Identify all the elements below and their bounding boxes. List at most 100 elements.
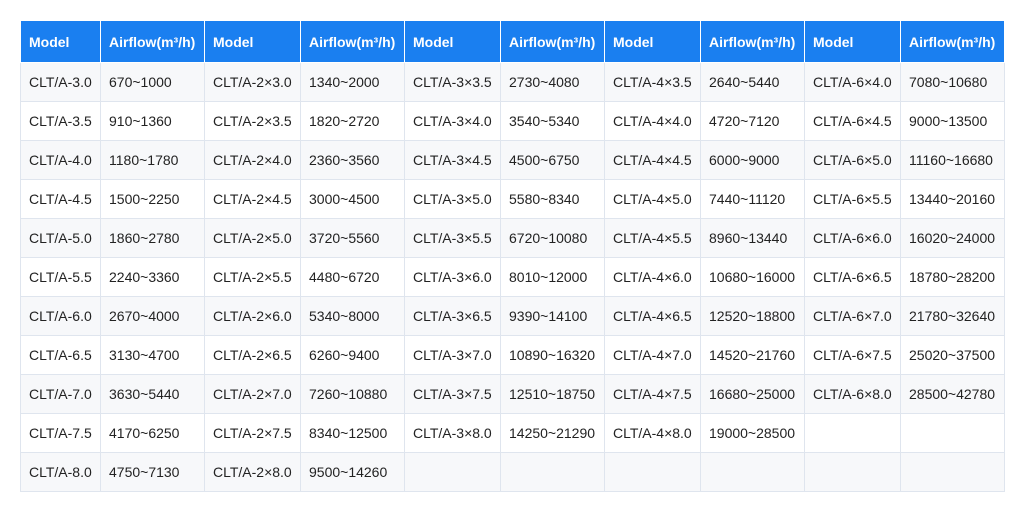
model-cell: CLT/A-3×5.5 <box>404 218 501 258</box>
header-airflow: Airflow(m³/h) <box>100 20 205 63</box>
model-cell: CLT/A-4×5.0 <box>604 179 701 219</box>
airflow-cell: 18780~28200 <box>900 257 1005 297</box>
model-cell: CLT/A-2×3.0 <box>204 62 301 102</box>
model-airflow-table: Model Airflow(m³/h) Model Airflow(m³/h) Mode… <box>20 20 1005 492</box>
airflow-cell: 4500~6750 <box>500 140 605 180</box>
model-cell: CLT/A-3×7.0 <box>404 335 501 375</box>
model-cell <box>404 452 501 492</box>
airflow-cell: 4750~7130 <box>100 452 205 492</box>
airflow-cell: 25020~37500 <box>900 335 1005 375</box>
model-cell: CLT/A-4×3.5 <box>604 62 701 102</box>
header-model: Model <box>804 20 901 63</box>
airflow-cell: 2670~4000 <box>100 296 205 336</box>
airflow-cell: 2240~3360 <box>100 257 205 297</box>
header-model: Model <box>204 20 301 63</box>
airflow-cell: 7260~10880 <box>300 374 405 414</box>
table-row: CLT/A-6.0 2670~4000 CLT/A-2×6.0 5340~8000 CL… <box>20 296 1005 336</box>
model-cell: CLT/A-4×4.0 <box>604 101 701 141</box>
table-row: CLT/A-8.0 4750~7130 CLT/A-2×8.0 9500~14260 <box>20 452 1005 492</box>
airflow-cell: 3540~5340 <box>500 101 605 141</box>
model-cell: CLT/A-6×7.0 <box>804 296 901 336</box>
model-cell: CLT/A-2×3.5 <box>204 101 301 141</box>
model-cell: CLT/A-4×8.0 <box>604 413 701 453</box>
model-cell: CLT/A-5.0 <box>20 218 101 258</box>
airflow-cell: 2640~5440 <box>700 62 805 102</box>
header-model: Model <box>604 20 701 63</box>
airflow-cell: 6000~9000 <box>700 140 805 180</box>
airflow-cell: 10890~16320 <box>500 335 605 375</box>
airflow-cell: 28500~42780 <box>900 374 1005 414</box>
airflow-cell: 5580~8340 <box>500 179 605 219</box>
model-cell: CLT/A-7.5 <box>20 413 101 453</box>
model-cell: CLT/A-3.0 <box>20 62 101 102</box>
model-cell: CLT/A-4×7.5 <box>604 374 701 414</box>
header-airflow: Airflow(m³/h) <box>700 20 805 63</box>
model-cell: CLT/A-4×6.0 <box>604 257 701 297</box>
model-cell: CLT/A-2×5.5 <box>204 257 301 297</box>
model-cell: CLT/A-3×3.5 <box>404 62 501 102</box>
airflow-cell: 14520~21760 <box>700 335 805 375</box>
airflow-cell: 5340~8000 <box>300 296 405 336</box>
table-header: Model Airflow(m³/h) Model Airflow(m³/h) Mode… <box>20 20 1005 63</box>
model-cell: CLT/A-6×5.5 <box>804 179 901 219</box>
model-cell: CLT/A-2×8.0 <box>204 452 301 492</box>
table-row: CLT/A-4.5 1500~2250 CLT/A-2×4.5 3000~4500 CL… <box>20 179 1005 219</box>
airflow-cell: 9000~13500 <box>900 101 1005 141</box>
airflow-cell: 19000~28500 <box>700 413 805 453</box>
airflow-cell: 4480~6720 <box>300 257 405 297</box>
airflow-cell: 1340~2000 <box>300 62 405 102</box>
airflow-cell: 9390~14100 <box>500 296 605 336</box>
model-cell: CLT/A-4×7.0 <box>604 335 701 375</box>
model-cell: CLT/A-6×7.5 <box>804 335 901 375</box>
airflow-cell: 1820~2720 <box>300 101 405 141</box>
model-cell: CLT/A-3×8.0 <box>404 413 501 453</box>
airflow-cell: 1180~1780 <box>100 140 205 180</box>
model-cell: CLT/A-2×6.5 <box>204 335 301 375</box>
model-cell: CLT/A-2×6.0 <box>204 296 301 336</box>
model-cell: CLT/A-7.0 <box>20 374 101 414</box>
model-cell: CLT/A-2×4.5 <box>204 179 301 219</box>
airflow-cell: 3000~4500 <box>300 179 405 219</box>
model-cell: CLT/A-2×5.0 <box>204 218 301 258</box>
airflow-cell: 21780~32640 <box>900 296 1005 336</box>
model-cell: CLT/A-8.0 <box>20 452 101 492</box>
model-cell <box>804 413 901 453</box>
airflow-cell: 670~1000 <box>100 62 205 102</box>
airflow-cell: 6720~10080 <box>500 218 605 258</box>
model-cell: CLT/A-5.5 <box>20 257 101 297</box>
model-cell: CLT/A-4.5 <box>20 179 101 219</box>
airflow-cell: 12510~18750 <box>500 374 605 414</box>
airflow-cell: 9500~14260 <box>300 452 405 492</box>
airflow-cell: 14250~21290 <box>500 413 605 453</box>
airflow-cell: 3720~5560 <box>300 218 405 258</box>
model-cell: CLT/A-6×6.0 <box>804 218 901 258</box>
header-airflow: Airflow(m³/h) <box>300 20 405 63</box>
airflow-cell <box>900 413 1005 453</box>
airflow-cell: 3130~4700 <box>100 335 205 375</box>
table-row: CLT/A-7.0 3630~5440 CLT/A-2×7.0 7260~10880 C… <box>20 374 1005 414</box>
header-model: Model <box>404 20 501 63</box>
model-cell: CLT/A-4×6.5 <box>604 296 701 336</box>
airflow-cell: 16020~24000 <box>900 218 1005 258</box>
model-cell: CLT/A-6×6.5 <box>804 257 901 297</box>
model-cell: CLT/A-2×7.0 <box>204 374 301 414</box>
airflow-cell: 2730~4080 <box>500 62 605 102</box>
airflow-cell: 7080~10680 <box>900 62 1005 102</box>
airflow-cell <box>900 452 1005 492</box>
airflow-cell: 2360~3560 <box>300 140 405 180</box>
model-cell: CLT/A-2×7.5 <box>204 413 301 453</box>
airflow-cell: 12520~18800 <box>700 296 805 336</box>
airflow-cell: 11160~16680 <box>900 140 1005 180</box>
airflow-cell: 7440~11120 <box>700 179 805 219</box>
airflow-cell: 6260~9400 <box>300 335 405 375</box>
model-cell: CLT/A-6×8.0 <box>804 374 901 414</box>
airflow-cell: 13440~20160 <box>900 179 1005 219</box>
airflow-cell: 4170~6250 <box>100 413 205 453</box>
airflow-cell: 1500~2250 <box>100 179 205 219</box>
model-cell: CLT/A-6×4.5 <box>804 101 901 141</box>
model-cell: CLT/A-3×4.5 <box>404 140 501 180</box>
model-cell: CLT/A-3×4.0 <box>404 101 501 141</box>
table-row: CLT/A-3.5 910~1360 CLT/A-2×3.5 1820~2720 CLT… <box>20 101 1005 141</box>
model-cell: CLT/A-3.5 <box>20 101 101 141</box>
model-cell: CLT/A-6×4.0 <box>804 62 901 102</box>
